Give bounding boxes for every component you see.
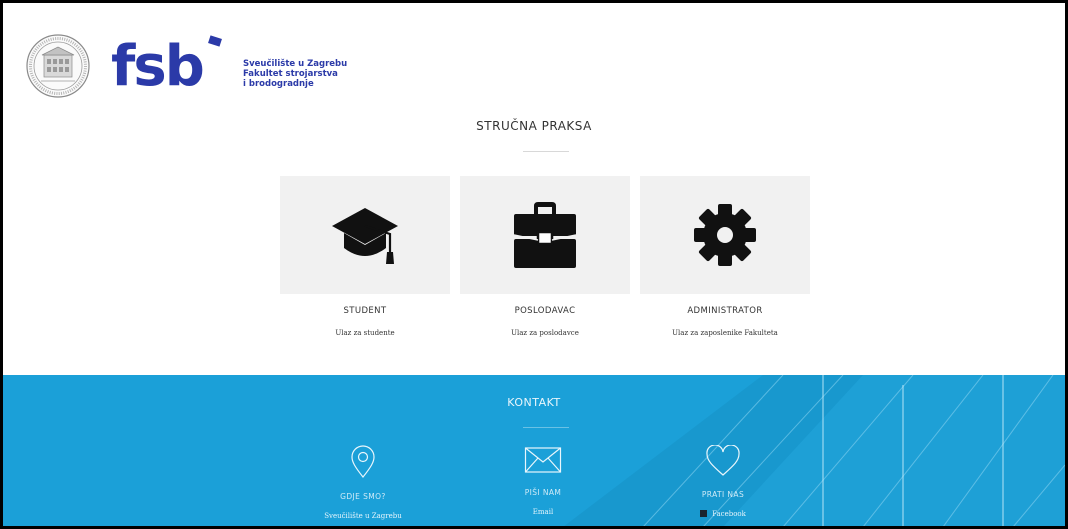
title-divider [523,151,569,152]
card-employer[interactable]: POSLODAVAC Ulaz za poslodavce [460,176,630,337]
facebook-icon [700,510,708,517]
svg-text:fsb: fsb [111,35,203,91]
card-administrator-title[interactable]: ADMINISTRATOR [640,306,810,316]
contact-location-value[interactable]: Sveučilište u Zagrebu [283,512,443,520]
card-student-image[interactable] [280,176,450,294]
contact-email: PIŠI NAM Email [463,445,623,516]
card-employer-title[interactable]: POSLODAVAC [460,306,630,316]
footer-divider [523,427,569,428]
page-title: STRUČNA PRAKSA [476,119,592,133]
contact-location: GDJE SMO? Sveučilište u Zagrebu [283,445,443,520]
university-line-1: Sveučilište u Zagrebu [243,59,348,69]
contact-email-label: PIŠI NAM [524,488,562,497]
gear-icon [694,204,756,266]
university-name: Sveučilište u Zagrebu Fakultet strojarst… [243,59,347,89]
card-employer-image[interactable] [460,176,630,294]
briefcase-icon [513,202,577,268]
contact-email-value[interactable]: Email [463,508,623,516]
page: fsb Sveučilište u Zagrebu Fakultet stroj… [3,3,1065,526]
footer-contact: KONTAKT GDJE SMO? Sveučilište u Zagrebu … [3,375,1065,526]
university-line-3: i brodogradnje [243,79,314,89]
card-administrator-image[interactable] [640,176,810,294]
footer-title: KONTAKT [507,396,561,409]
card-administrator[interactable]: ADMINISTRATOR Ulaz za zaposlenike Fakult… [640,176,810,337]
university-seal-icon [26,34,90,98]
university-line-2: Fakultet strojarstva [243,69,338,79]
fsb-logo[interactable]: fsb [111,35,223,91]
location-pin-icon [351,445,375,478]
graduation-cap-icon [332,208,398,264]
heart-icon [706,445,740,476]
facebook-link[interactable]: Facebook [712,510,746,518]
card-student[interactable]: STUDENT Ulaz za studente [280,176,450,337]
card-student-title[interactable]: STUDENT [280,306,450,316]
card-administrator-subtitle[interactable]: Ulaz za zaposlenike Fakulteta [640,329,810,337]
envelope-icon [524,447,562,473]
card-student-subtitle[interactable]: Ulaz za studente [280,329,450,337]
contact-social-label: PRATI NAS [701,490,745,499]
contact-social-value[interactable]: Facebook [643,510,803,518]
header: fsb Sveučilište u Zagrebu Fakultet stroj… [3,3,1065,113]
contact-location-label: GDJE SMO? [340,492,386,501]
card-employer-subtitle[interactable]: Ulaz za poslodavce [460,329,630,337]
contact-social: PRATI NAS Facebook [643,445,803,518]
